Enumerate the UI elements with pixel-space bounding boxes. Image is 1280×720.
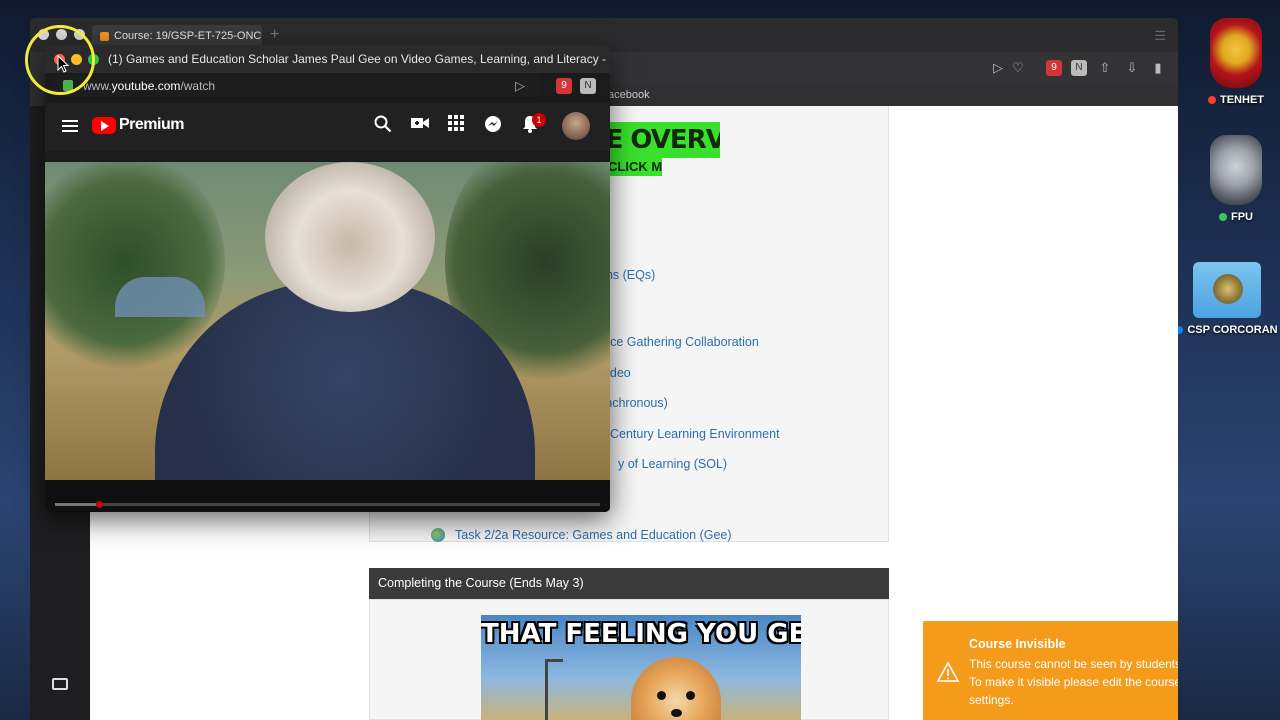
youtube-pip-window[interactable]: (1) Games and Education Scholar James Pa… (45, 45, 610, 512)
desktop-icon-label: FPU (1231, 211, 1253, 223)
tab-course[interactable]: Course: 19/GSP-ET-725-ONC (92, 25, 262, 47)
share-icon[interactable]: ⇧ (1097, 60, 1113, 76)
dog-eye (686, 691, 695, 700)
desktop-icon-fpu[interactable]: FPU (1181, 135, 1280, 224)
lamp-post (545, 661, 548, 720)
desktop-icon-tenhet[interactable]: TENHET (1181, 18, 1280, 107)
create-video-icon[interactable] (409, 115, 431, 137)
bookmark-facebook[interactable]: acebook (608, 84, 650, 106)
course-link[interactable]: urce Gathering Collaboration (599, 335, 759, 349)
seal-icon (1212, 274, 1243, 304)
mouse-cursor-icon (57, 55, 69, 73)
course-link[interactable]: y of Learning (SOL) (618, 457, 727, 471)
tab-title: Course: 19/GSP-ET-725-ONC (114, 30, 262, 42)
course-link[interactable]: Task 2/2a Resource: Games and Education … (455, 528, 732, 542)
tab-overview-icon[interactable]: ☰ (1154, 28, 1166, 44)
progress-fill (55, 503, 99, 506)
avatar[interactable] (562, 112, 590, 140)
globe-icon (431, 527, 445, 542)
sidebar-toggle-icon[interactable] (52, 678, 68, 690)
pip-title-bar[interactable]: (1) Games and Education Scholar James Pa… (45, 45, 610, 73)
resource-row[interactable]: Task 2/2a Resource: Games and Education … (431, 526, 732, 544)
youtube-logo-icon[interactable] (92, 117, 116, 134)
course-invisible-toast[interactable]: Course Invisible This course cannot be s… (923, 621, 1178, 720)
course-link[interactable]: Century Learning Environment (610, 427, 780, 441)
send-icon[interactable]: ▷ (515, 78, 525, 94)
desktop-icon-csp-corcoran[interactable]: CSP CORCORAN (1173, 262, 1280, 337)
pip-window-title: (1) Games and Education Scholar James Pa… (108, 52, 607, 66)
ironman-icon (1210, 18, 1262, 88)
status-dot (1219, 213, 1227, 221)
send-icon[interactable]: ▷ (990, 60, 1006, 76)
pomeranian-dog (631, 657, 721, 720)
video-controls (45, 480, 610, 512)
search-icon[interactable] (372, 115, 394, 137)
meme-caption: THAT FEELING YOU GET (481, 619, 801, 649)
apps-grid-icon[interactable] (445, 115, 467, 137)
lamp-post-arm (545, 659, 563, 662)
address-domain: youtube.com (111, 79, 181, 93)
dog-eye (657, 691, 666, 700)
desktop-icon-label: TENHET (1220, 94, 1264, 106)
video-player[interactable] (45, 162, 610, 480)
dog-nose (671, 709, 682, 717)
heart-icon[interactable]: ♡ (1010, 60, 1026, 76)
youtube-header: Premium 1 (45, 103, 610, 151)
video-tent (115, 277, 205, 317)
status-dot (1208, 96, 1216, 104)
extension-badge-icon[interactable]: 9 (1046, 60, 1062, 76)
extension-n-icon[interactable]: N (1071, 60, 1087, 76)
ironman-silver-icon (1210, 135, 1262, 205)
meme-image: THAT FEELING YOU GET (481, 615, 801, 720)
toast-body: This course cannot be seen by students. … (969, 657, 1178, 707)
download-icon[interactable]: ⇩ (1124, 60, 1140, 76)
messages-icon[interactable] (482, 115, 504, 137)
moodle-favicon-icon (100, 32, 109, 41)
notification-count-badge: 1 (532, 113, 546, 127)
new-tab-button[interactable]: + (270, 26, 279, 44)
battery-icon: ▮ (1154, 60, 1162, 75)
toast-title: Course Invisible (969, 637, 1066, 651)
section-title-bar[interactable]: Completing the Course (Ends May 3) (369, 568, 889, 599)
pip-address-bar[interactable]: www.youtube.com/watch (53, 75, 541, 97)
video-person-head (265, 162, 435, 312)
warning-icon (937, 661, 959, 682)
extension-n-icon[interactable]: N (580, 78, 596, 94)
address-path: /watch (180, 79, 216, 93)
youtube-brand[interactable]: Premium (119, 116, 184, 134)
hamburger-menu-icon[interactable] (62, 120, 78, 132)
extension-badge-icon[interactable]: 9 (556, 78, 572, 94)
folder-icon (1192, 262, 1261, 318)
progress-scrubber[interactable] (96, 501, 103, 508)
click-me-banner[interactable]: CLICK ME (608, 158, 662, 176)
progress-track[interactable] (55, 503, 600, 506)
desktop-icon-label: CSP CORCORAN (1187, 324, 1278, 336)
